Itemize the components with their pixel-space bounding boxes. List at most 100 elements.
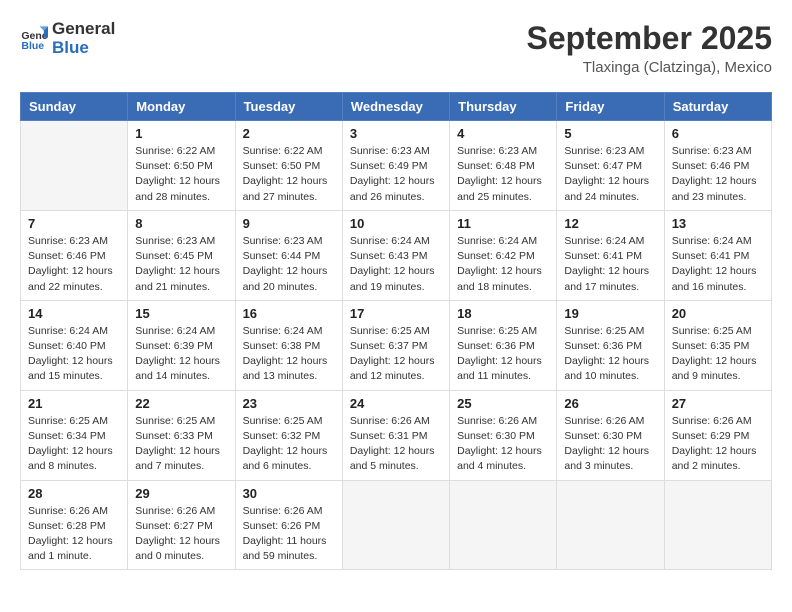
day-info: Sunrise: 6:23 AM Sunset: 6:48 PM Dayligh… [457,144,549,205]
day-info: Sunrise: 6:24 AM Sunset: 6:43 PM Dayligh… [350,234,442,295]
day-info: Sunrise: 6:26 AM Sunset: 6:30 PM Dayligh… [457,414,549,475]
day-info: Sunrise: 6:25 AM Sunset: 6:35 PM Dayligh… [672,324,764,385]
calendar-week-row: 14 Sunrise: 6:24 AM Sunset: 6:40 PM Dayli… [21,300,772,390]
month-title: September 2025 [527,20,772,57]
logo: General Blue General Blue [20,20,115,57]
calendar-cell: 14 Sunrise: 6:24 AM Sunset: 6:40 PM Dayli… [21,300,128,390]
day-number: 21 [28,396,120,411]
day-number: 2 [243,126,335,141]
logo-general: General [52,20,115,39]
calendar-cell: 18 Sunrise: 6:25 AM Sunset: 6:36 PM Dayli… [450,300,557,390]
day-info: Sunrise: 6:23 AM Sunset: 6:49 PM Dayligh… [350,144,442,205]
calendar-week-row: 28 Sunrise: 6:26 AM Sunset: 6:28 PM Dayli… [21,480,772,570]
day-number: 26 [564,396,656,411]
logo-icon: General Blue [20,25,48,53]
location-title: Tlaxinga (Clatzinga), Mexico [527,59,772,76]
calendar-header-row: SundayMondayTuesdayWednesdayThursdayFrid… [21,93,772,121]
day-info: Sunrise: 6:24 AM Sunset: 6:41 PM Dayligh… [564,234,656,295]
svg-text:Blue: Blue [21,39,44,51]
calendar-cell: 28 Sunrise: 6:26 AM Sunset: 6:28 PM Dayli… [21,480,128,570]
calendar-cell [557,480,664,570]
calendar-cell: 13 Sunrise: 6:24 AM Sunset: 6:41 PM Dayli… [664,210,771,300]
day-number: 12 [564,216,656,231]
day-info: Sunrise: 6:25 AM Sunset: 6:32 PM Dayligh… [243,414,335,475]
day-info: Sunrise: 6:25 AM Sunset: 6:34 PM Dayligh… [28,414,120,475]
calendar-cell: 25Sunrise: 6:26 AM Sunset: 6:30 PM Dayli… [450,390,557,480]
day-number: 8 [135,216,227,231]
day-number: 27 [672,396,764,411]
calendar-cell: 11Sunrise: 6:24 AM Sunset: 6:42 PM Dayli… [450,210,557,300]
calendar-cell [21,121,128,211]
day-info: Sunrise: 6:22 AM Sunset: 6:50 PM Dayligh… [243,144,335,205]
calendar-cell: 7 Sunrise: 6:23 AM Sunset: 6:46 PM Daylig… [21,210,128,300]
day-number: 4 [457,126,549,141]
day-number: 5 [564,126,656,141]
calendar-table: SundayMondayTuesdayWednesdayThursdayFrid… [20,92,772,570]
day-number: 20 [672,306,764,321]
weekday-header: Saturday [664,93,771,121]
calendar-cell: 20 Sunrise: 6:25 AM Sunset: 6:35 PM Dayli… [664,300,771,390]
calendar-cell: 30 Sunrise: 6:26 AM Sunset: 6:26 PM Dayli… [235,480,342,570]
day-info: Sunrise: 6:25 AM Sunset: 6:36 PM Dayligh… [457,324,549,385]
day-number: 6 [672,126,764,141]
day-number: 1 [135,126,227,141]
calendar-cell: 21 Sunrise: 6:25 AM Sunset: 6:34 PM Dayli… [21,390,128,480]
calendar-week-row: 7 Sunrise: 6:23 AM Sunset: 6:46 PM Daylig… [21,210,772,300]
calendar-cell: 15Sunrise: 6:24 AM Sunset: 6:39 PM Dayli… [128,300,235,390]
calendar-cell: 1 Sunrise: 6:22 AM Sunset: 6:50 PM Daylig… [128,121,235,211]
day-info: Sunrise: 6:23 AM Sunset: 6:45 PM Dayligh… [135,234,227,295]
day-info: Sunrise: 6:23 AM Sunset: 6:46 PM Dayligh… [672,144,764,205]
day-info: Sunrise: 6:25 AM Sunset: 6:36 PM Dayligh… [564,324,656,385]
calendar-cell: 6 Sunrise: 6:23 AM Sunset: 6:46 PM Daylig… [664,121,771,211]
weekday-header: Sunday [21,93,128,121]
day-info: Sunrise: 6:24 AM Sunset: 6:40 PM Dayligh… [28,324,120,385]
day-number: 29 [135,486,227,501]
calendar-cell [450,480,557,570]
day-number: 28 [28,486,120,501]
calendar-cell: 2 Sunrise: 6:22 AM Sunset: 6:50 PM Daylig… [235,121,342,211]
day-number: 24 [350,396,442,411]
day-info: Sunrise: 6:23 AM Sunset: 6:44 PM Dayligh… [243,234,335,295]
calendar-cell: 9 Sunrise: 6:23 AM Sunset: 6:44 PM Daylig… [235,210,342,300]
day-info: Sunrise: 6:26 AM Sunset: 6:28 PM Dayligh… [28,504,120,565]
calendar-cell: 27 Sunrise: 6:26 AM Sunset: 6:29 PM Dayli… [664,390,771,480]
day-number: 17 [350,306,442,321]
day-number: 3 [350,126,442,141]
day-info: Sunrise: 6:26 AM Sunset: 6:26 PM Dayligh… [243,504,335,565]
calendar-week-row: 21 Sunrise: 6:25 AM Sunset: 6:34 PM Dayli… [21,390,772,480]
logo-blue: Blue [52,39,115,58]
day-info: Sunrise: 6:23 AM Sunset: 6:46 PM Dayligh… [28,234,120,295]
weekday-header: Monday [128,93,235,121]
day-info: Sunrise: 6:26 AM Sunset: 6:29 PM Dayligh… [672,414,764,475]
calendar-cell: 26 Sunrise: 6:26 AM Sunset: 6:30 PM Dayli… [557,390,664,480]
day-number: 13 [672,216,764,231]
calendar-cell: 29 Sunrise: 6:26 AM Sunset: 6:27 PM Dayli… [128,480,235,570]
calendar-cell: 4 Sunrise: 6:23 AM Sunset: 6:48 PM Daylig… [450,121,557,211]
calendar-cell: 16 Sunrise: 6:24 AM Sunset: 6:38 PM Dayli… [235,300,342,390]
day-number: 16 [243,306,335,321]
day-info: Sunrise: 6:26 AM Sunset: 6:31 PM Dayligh… [350,414,442,475]
day-number: 19 [564,306,656,321]
calendar-cell: 17 Sunrise: 6:25 AM Sunset: 6:37 PM Dayli… [342,300,449,390]
calendar-cell: 19 Sunrise: 6:25 AM Sunset: 6:36 PM Dayli… [557,300,664,390]
day-info: Sunrise: 6:23 AM Sunset: 6:47 PM Dayligh… [564,144,656,205]
day-number: 9 [243,216,335,231]
day-number: 18 [457,306,549,321]
day-info: Sunrise: 6:25 AM Sunset: 6:37 PM Dayligh… [350,324,442,385]
title-area: September 2025 Tlaxinga (Clatzinga), Mex… [527,20,772,76]
day-info: Sunrise: 6:24 AM Sunset: 6:38 PM Dayligh… [243,324,335,385]
day-info: Sunrise: 6:24 AM Sunset: 6:41 PM Dayligh… [672,234,764,295]
calendar-cell: 12 Sunrise: 6:24 AM Sunset: 6:41 PM Dayli… [557,210,664,300]
weekday-header: Tuesday [235,93,342,121]
calendar-cell: 24 Sunrise: 6:26 AM Sunset: 6:31 PM Dayli… [342,390,449,480]
calendar-week-row: 1 Sunrise: 6:22 AM Sunset: 6:50 PM Daylig… [21,121,772,211]
day-number: 14 [28,306,120,321]
day-info: Sunrise: 6:26 AM Sunset: 6:30 PM Dayligh… [564,414,656,475]
calendar-cell: 8 Sunrise: 6:23 AM Sunset: 6:45 PM Daylig… [128,210,235,300]
day-info: Sunrise: 6:22 AM Sunset: 6:50 PM Dayligh… [135,144,227,205]
day-info: Sunrise: 6:24 AM Sunset: 6:39 PM Dayligh… [135,324,227,385]
day-number: 11 [457,216,549,231]
day-number: 30 [243,486,335,501]
day-info: Sunrise: 6:26 AM Sunset: 6:27 PM Dayligh… [135,504,227,565]
day-number: 7 [28,216,120,231]
